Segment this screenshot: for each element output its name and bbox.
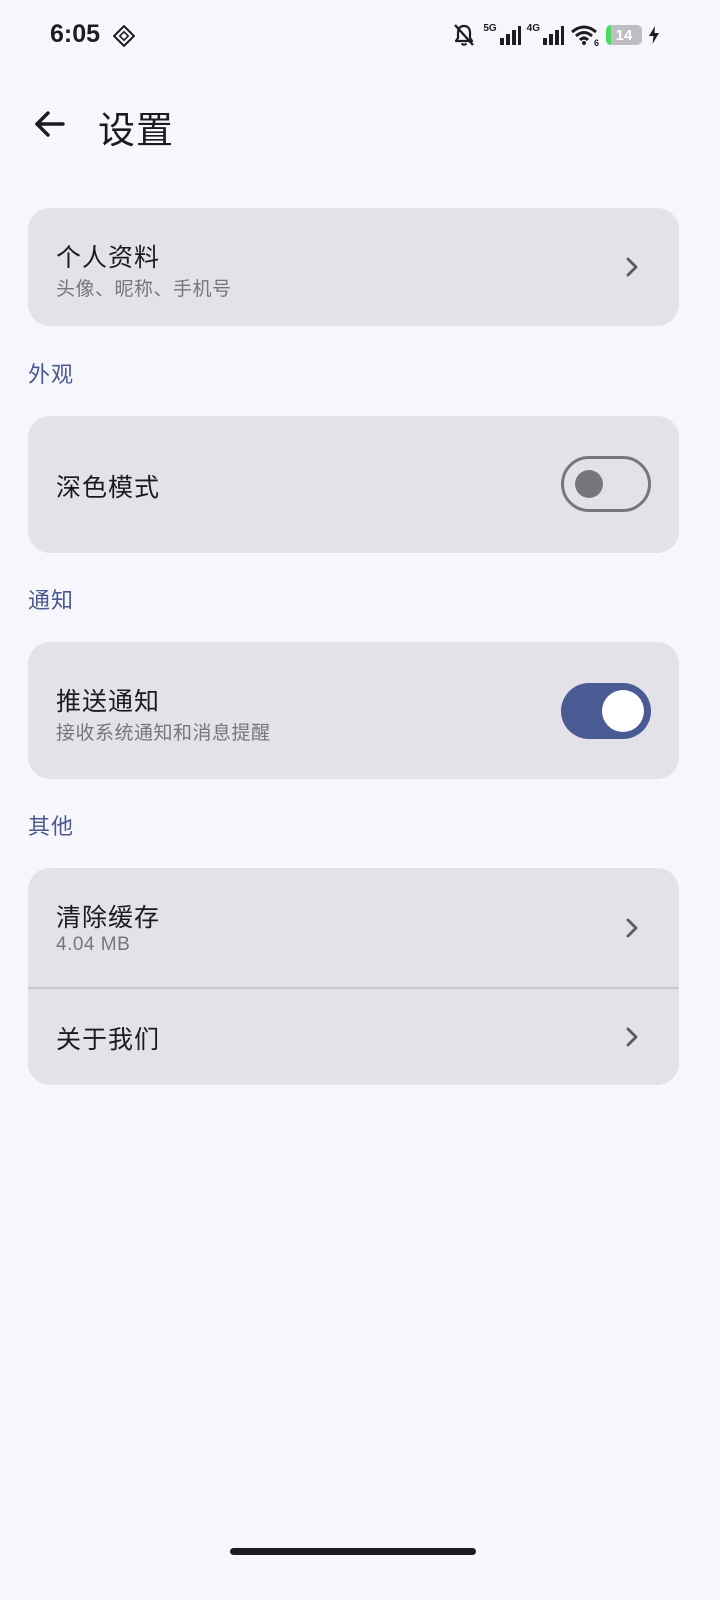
- wifi-icon: 6: [571, 25, 599, 47]
- mute-bell-icon: [454, 24, 475, 46]
- chevron-right-icon: [626, 257, 638, 277]
- battery-fill: [606, 25, 612, 45]
- toggle-knob: [575, 470, 603, 498]
- section-label-other: 其他: [28, 815, 75, 840]
- profile-subtitle: 头像、昵称、手机号: [56, 278, 232, 300]
- arrow-left-icon: [35, 111, 65, 137]
- network-label-4g: 4G: [526, 22, 540, 34]
- toggle-knob: [602, 690, 644, 732]
- chevron-right-icon: [626, 1027, 638, 1047]
- dark-mode-toggle[interactable]: [561, 456, 651, 512]
- push-notifications-toggle[interactable]: [561, 683, 651, 739]
- app-notification-icon: [113, 25, 135, 47]
- appearance-card: 深色模式: [28, 416, 679, 553]
- cache-size-value: 4.04 MB: [56, 934, 131, 955]
- notifications-card: 推送通知 接收系统通知和消息提醒: [28, 642, 679, 779]
- profile-row[interactable]: 个人资料 头像、昵称、手机号: [28, 208, 679, 326]
- push-notifications-label: 推送通知: [56, 687, 161, 716]
- dark-mode-label: 深色模式: [56, 473, 161, 502]
- push-notifications-subtitle: 接收系统通知和消息提醒: [56, 722, 271, 744]
- about-us-label: 关于我们: [56, 1025, 161, 1054]
- status-time: 6:05: [50, 20, 101, 48]
- clear-cache-label: 清除缓存: [56, 903, 161, 932]
- clear-cache-row[interactable]: 清除缓存 4.04 MB: [28, 868, 679, 987]
- push-notifications-row[interactable]: 推送通知 接收系统通知和消息提醒: [28, 642, 679, 779]
- section-label-appearance: 外观: [28, 363, 75, 388]
- about-us-row[interactable]: 关于我们: [28, 989, 679, 1085]
- home-indicator[interactable]: [230, 1548, 476, 1555]
- profile-title: 个人资料: [56, 243, 161, 272]
- battery-indicator: 14: [606, 25, 642, 45]
- profile-card: 个人资料 头像、昵称、手机号: [28, 208, 679, 326]
- status-bar: 6:05 5G 4G 6 14: [0, 0, 720, 72]
- other-card: 清除缓存 4.04 MB 关于我们: [28, 868, 679, 1085]
- charging-icon: [649, 26, 659, 44]
- wifi-badge: 6: [594, 38, 599, 47]
- page-title: 设置: [98, 109, 174, 152]
- dark-mode-row[interactable]: 深色模式: [28, 416, 679, 553]
- back-button[interactable]: [30, 104, 70, 144]
- chevron-right-icon: [626, 918, 638, 938]
- settings-screen: 6:05 5G 4G 6 14 设置 个人资料 头像、昵称、手机号 外观 深色模…: [0, 0, 720, 1600]
- signal-icon: [499, 26, 521, 45]
- section-label-notifications: 通知: [28, 589, 75, 614]
- status-icons: 5G 4G 6 14: [451, 20, 660, 50]
- network-label-5g: 5G: [483, 22, 497, 34]
- signal-icon-2: [543, 26, 564, 45]
- battery-level: 14: [615, 26, 633, 44]
